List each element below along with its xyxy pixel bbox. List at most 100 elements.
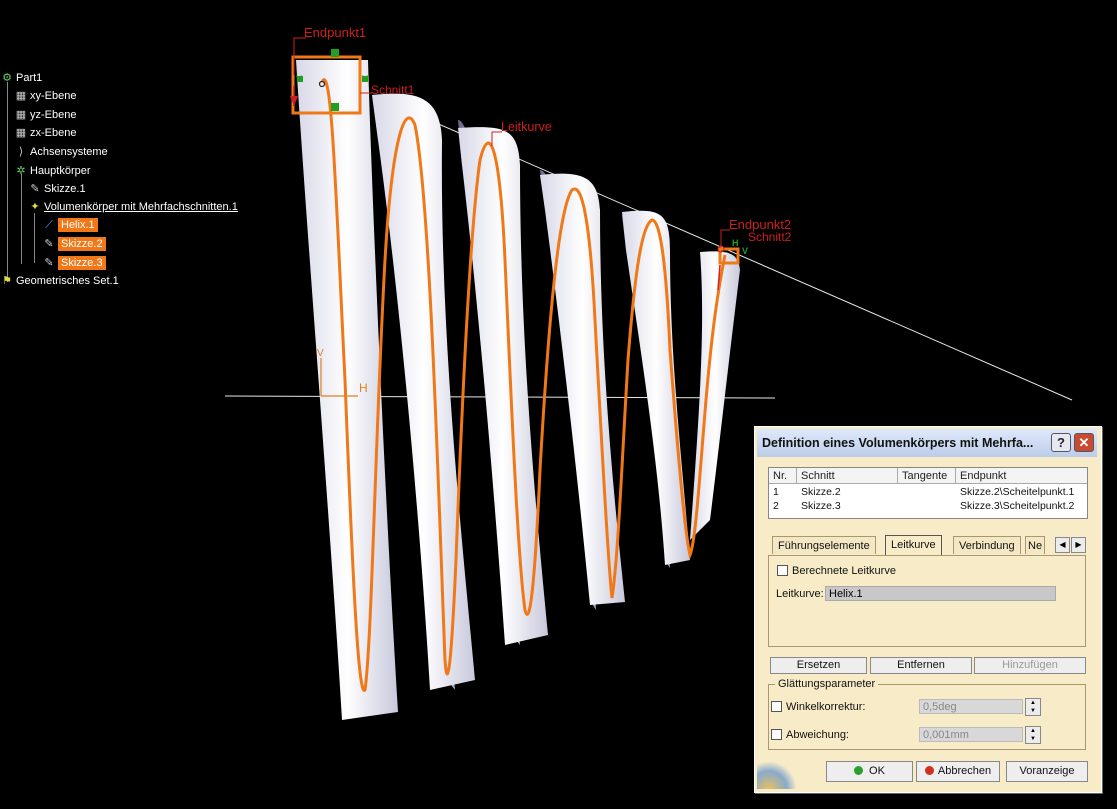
add-button[interactable]: Hinzufügen: [974, 657, 1086, 674]
axis-system-icon: ⟩: [18, 146, 24, 158]
guide-curve-label: Leitkurve: [501, 120, 552, 134]
tab-more[interactable]: Ne: [1025, 536, 1046, 554]
ok-button[interactable]: OK: [826, 761, 913, 782]
specification-tree[interactable]: ⚙ Part1 ▦ xy-Ebene ▦ yz-Ebene ▦ zx-Ebene…: [0, 68, 260, 298]
plane-icon: ▦: [15, 90, 27, 102]
table-cell[interactable]: Skizze.2: [797, 485, 841, 499]
tree-item-zx-plane[interactable]: ▦ zx-Ebene: [14, 125, 77, 141]
tree-item-helix1[interactable]: ⟋ Helix.1: [42, 217, 98, 233]
deviation-label: Abweichung:: [786, 729, 849, 741]
cancel-icon: [924, 766, 934, 775]
angular-correction-label: Winkelkorrektur:: [786, 701, 866, 713]
tree-item-xy-plane[interactable]: ▦ xy-Ebene: [14, 88, 77, 104]
part-icon: ⚙: [2, 72, 12, 84]
tab-coupling-elements[interactable]: Führungselemente: [772, 536, 876, 554]
section2-h-label: H: [732, 238, 739, 248]
tree-item-yz-plane[interactable]: ▦ yz-Ebene: [14, 107, 77, 123]
gizmo-v-label: V: [317, 348, 324, 359]
marker-v-right-label: V: [362, 74, 368, 84]
computed-spine-label: Berechnete Leitkurve: [792, 565, 896, 577]
deviation-checkbox[interactable]: [771, 729, 782, 740]
tree-item-sketch3[interactable]: ✎ Skizze.3: [42, 255, 106, 271]
table-cell[interactable]: 2: [769, 499, 779, 513]
remove-button[interactable]: Entfernen: [870, 657, 972, 674]
tree-item-main-body[interactable]: ✲ Hauptkörper: [14, 163, 91, 179]
cancel-label: Abbrechen: [937, 765, 992, 777]
tree-item-label: Part1: [16, 72, 43, 84]
sketch-icon: ✎: [44, 257, 54, 269]
col-header-endpoint[interactable]: Endpunkt: [956, 468, 1087, 484]
tree-item-label: Volumenkörper mit Mehrfachschnitten.1: [44, 201, 238, 213]
angular-correction-spinner[interactable]: ▲ ▼: [1025, 698, 1041, 716]
tree-item-label: Achsensysteme: [30, 146, 108, 158]
replace-button[interactable]: Ersetzen: [770, 657, 867, 674]
table-cell[interactable]: Skizze.3\Scheitelpunkt.2: [956, 499, 1074, 513]
table-cell[interactable]: Skizze.2\Scheitelpunkt.1: [956, 485, 1074, 499]
tab-spine[interactable]: Leitkurve: [885, 535, 942, 555]
arrow-head-1: [290, 96, 298, 106]
tree-item-label: Geometrisches Set.1: [16, 275, 119, 287]
tree-item-label: xy-Ebene: [30, 90, 77, 102]
multisection-solid-icon: ✦: [30, 201, 40, 213]
preview-button[interactable]: Voranzeige: [1006, 761, 1088, 782]
section1-label: Schnitt1: [371, 83, 415, 97]
tree-item-axis-systems[interactable]: ⟩ Achsensysteme: [14, 144, 108, 160]
endpoint1-label: Endpunkt1: [304, 25, 366, 40]
tree-item-label: Skizze.1: [44, 183, 86, 195]
computed-spine-checkbox[interactable]: [777, 565, 788, 576]
tab-scroll-left-button[interactable]: ◀: [1055, 537, 1070, 553]
ok-label: OK: [869, 765, 885, 777]
geometrical-set-icon: ⚑: [2, 275, 12, 287]
plane-icon: ▦: [15, 109, 27, 121]
deviation-field[interactable]: 0,001mm: [919, 727, 1023, 742]
section2-label: Schnitt2: [748, 230, 792, 244]
coil-front-4: [622, 210, 690, 565]
table-cell[interactable]: 1: [769, 485, 779, 499]
dialog-title[interactable]: Definition eines Volumenkörpers mit Mehr…: [757, 429, 1097, 457]
tree-item-multisection-solid[interactable]: ✦ Volumenkörper mit Mehrfachschnitten.1: [28, 199, 238, 215]
deviation-spinner[interactable]: ▲ ▼: [1025, 726, 1041, 744]
helix-icon: ⟋: [45, 219, 53, 231]
section2-v-label: V: [742, 246, 748, 256]
sketch-icon: ✎: [44, 238, 54, 250]
angular-correction-field[interactable]: 0,5deg: [919, 699, 1023, 714]
table-cell[interactable]: Skizze.3: [797, 499, 841, 513]
tree-item-part1[interactable]: ⚙ Part1: [0, 70, 42, 86]
help-button[interactable]: ?: [1051, 433, 1071, 452]
dialog-logo-icon: [757, 761, 797, 789]
table-cell[interactable]: [898, 499, 902, 513]
spine-field[interactable]: Helix.1: [825, 586, 1056, 601]
ok-icon: [854, 766, 864, 775]
multisection-solid-dialog[interactable]: Definition eines Volumenkörpers mit Mehr…: [754, 426, 1102, 793]
col-header-section[interactable]: Schnitt: [797, 468, 898, 484]
col-header-tangent[interactable]: Tangente: [898, 468, 956, 484]
tree-item-label: Skizze.2: [58, 237, 106, 251]
smoothing-group-title: Glättungsparameter: [775, 678, 879, 690]
tab-scroll-right-button[interactable]: ▶: [1071, 537, 1086, 553]
tree-item-label: Hauptkörper: [30, 165, 91, 177]
sketch-icon: ✎: [30, 183, 40, 195]
cancel-button[interactable]: Abbrechen: [916, 761, 1000, 782]
body-icon: ✲: [16, 165, 26, 177]
marker-h-top-label: H: [331, 48, 338, 58]
sections-table[interactable]: Nr. Schnitt Tangente Endpunkt 1 Skizze.2…: [768, 467, 1088, 519]
col-header-nr[interactable]: Nr.: [769, 468, 797, 484]
tree-item-sketch1[interactable]: ✎ Skizze.1: [28, 181, 86, 197]
marker-h-bottom: [331, 103, 339, 111]
coil-front-3: [540, 173, 625, 605]
tree-item-geometrical-set[interactable]: ⚑ Geometrisches Set.1: [0, 273, 119, 289]
tree-item-label: yz-Ebene: [30, 109, 77, 121]
marker-v-left-label: V: [296, 74, 302, 84]
angular-correction-checkbox[interactable]: [771, 701, 782, 712]
spine-label: Leitkurve:: [776, 588, 824, 600]
table-cell[interactable]: [898, 485, 902, 499]
tab-relimitation[interactable]: Verbindung: [953, 536, 1021, 554]
tree-item-sketch2[interactable]: ✎ Skizze.2: [42, 236, 106, 252]
close-button[interactable]: ✕: [1074, 433, 1094, 452]
endpoint2-leader: [720, 229, 730, 248]
plane-icon: ▦: [15, 127, 27, 139]
tree-item-label: Helix.1: [58, 218, 98, 232]
gizmo-h-label: H: [359, 381, 368, 395]
tree-item-label: zx-Ebene: [30, 127, 77, 139]
tree-item-label: Skizze.3: [58, 256, 106, 270]
